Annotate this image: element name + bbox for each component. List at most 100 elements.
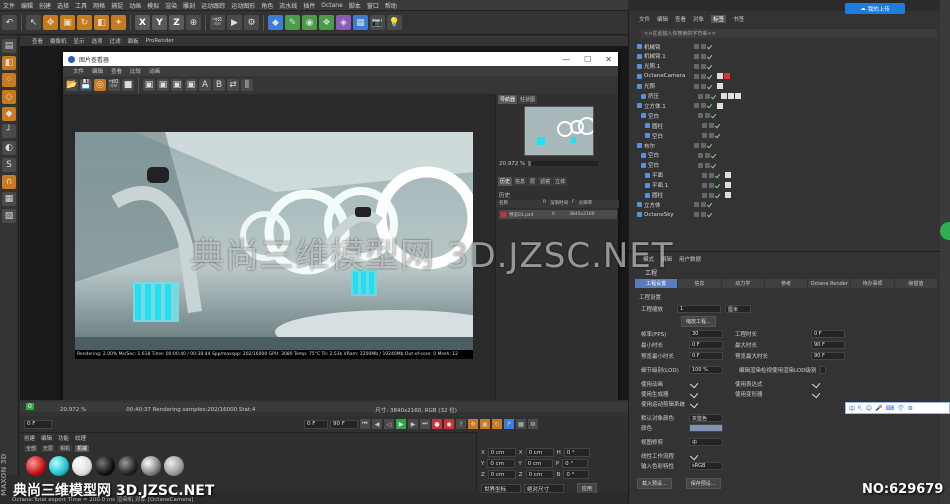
keyframe-icon[interactable]: ?	[456, 419, 466, 429]
channel-a-icon[interactable]: ▣	[185, 79, 197, 91]
material-tab-0[interactable]: 全部	[24, 445, 39, 452]
tweak-mode-icon[interactable]: ◐	[2, 141, 16, 155]
coord-size-x[interactable]: 0 cm	[525, 448, 554, 457]
visibility-editor-icon[interactable]	[702, 172, 707, 178]
scale-icon[interactable]: ▣	[60, 15, 75, 30]
visibility-render-icon[interactable]	[701, 202, 706, 208]
visibility-editor-icon[interactable]	[698, 152, 703, 158]
move-icon[interactable]: ✥	[43, 15, 58, 30]
object-row[interactable]: 圆柱	[637, 191, 937, 200]
pv-menu-item-3[interactable]: 比较	[130, 67, 141, 75]
om-menu-item-0[interactable]: 文件	[639, 15, 650, 23]
go-start-icon[interactable]: ⏮	[360, 419, 370, 429]
material-tag-icon[interactable]	[725, 172, 731, 179]
visibility-editor-icon[interactable]	[694, 83, 699, 89]
visibility-render-icon[interactable]	[705, 152, 710, 158]
preview-min-field[interactable]: 0 F	[689, 352, 723, 360]
model-mode-icon[interactable]: ▤	[2, 39, 16, 53]
am-tab-3[interactable]: 参考	[764, 279, 808, 288]
viewport-menu-item-6[interactable]: ProRender	[146, 38, 174, 44]
menu-item-12[interactable]: 运动图形	[231, 1, 255, 10]
material-tab-3[interactable]: 机械	[75, 445, 90, 452]
ime-item-0[interactable]: 中	[849, 404, 855, 413]
floor-icon[interactable]: ▦	[353, 15, 368, 30]
channel-b-icon[interactable]: ▣	[171, 79, 183, 91]
object-row[interactable]: 机械臂	[637, 42, 937, 51]
use-expression-check[interactable]	[811, 379, 821, 389]
material-tag-icon[interactable]	[717, 102, 723, 109]
viewport-menu-item-5[interactable]: 面板	[128, 37, 139, 45]
object-row[interactable]: OctaneCamera	[637, 72, 937, 81]
material-grey[interactable]	[164, 456, 184, 476]
next-key-icon[interactable]: ▶	[408, 419, 418, 429]
menu-item-15[interactable]: 插件	[303, 1, 315, 10]
end-frame-field[interactable]: 90 F	[330, 419, 358, 429]
camera-icon[interactable]: 📷	[370, 15, 385, 30]
visibility-editor-icon[interactable]	[694, 44, 699, 49]
menu-item-6[interactable]: 捕捉	[111, 1, 123, 10]
enabled-check-icon[interactable]	[706, 103, 713, 109]
ime-item-4[interactable]: ⌨	[886, 405, 895, 412]
param-key-icon[interactable]: P	[504, 419, 514, 429]
z-axis-toggle[interactable]: Z	[169, 15, 184, 30]
x-axis-toggle[interactable]: X	[135, 15, 150, 30]
coord-rot-p[interactable]: 0 °	[562, 459, 589, 468]
coord-rot-b[interactable]: 0 °	[563, 470, 590, 479]
object-row[interactable]: 光照	[637, 82, 937, 91]
min-time-field[interactable]: 0 F	[689, 341, 723, 349]
material-black[interactable]	[95, 456, 115, 476]
visibility-render-icon[interactable]	[709, 133, 714, 139]
menu-item-8[interactable]: 模拟	[147, 1, 159, 10]
object-row[interactable]: 立方体.1	[637, 101, 937, 110]
menu-item-4[interactable]: 工具	[75, 1, 87, 10]
menu-item-16[interactable]: Octane	[321, 2, 343, 9]
pv-menu-item-4[interactable]: 动画	[149, 67, 160, 75]
visibility-editor-icon[interactable]	[694, 202, 699, 208]
ime-item-3[interactable]: 🎤	[875, 405, 882, 412]
visibility-editor-icon[interactable]	[694, 73, 699, 79]
material-tag-icon[interactable]	[717, 83, 723, 90]
coord-rot-h[interactable]: 0 °	[563, 448, 590, 457]
record-icon[interactable]: ●	[432, 419, 442, 429]
tab-histogram[interactable]: 柱状图	[518, 95, 538, 104]
zoom-slider[interactable]	[528, 161, 599, 166]
visibility-render-icon[interactable]	[709, 123, 714, 129]
tab-stereo[interactable]: 立体	[553, 177, 568, 186]
material-tag-icon[interactable]	[721, 93, 727, 99]
undo-icon[interactable]: ↶	[2, 15, 17, 30]
menu-item-18[interactable]: 窗口	[367, 1, 379, 10]
cloner-icon[interactable]: ❖	[319, 15, 334, 30]
enabled-check-icon[interactable]	[706, 211, 713, 218]
picture-viewer-titlebar[interactable]: 图片查看器	[63, 52, 618, 66]
coord-system-icon[interactable]: ⊕	[186, 15, 201, 30]
om-menu-item-1[interactable]: 编辑	[657, 15, 668, 23]
ime-item-1[interactable]: º,	[858, 405, 863, 412]
menu-item-19[interactable]: 帮助	[385, 1, 397, 10]
enabled-check-icon[interactable]	[710, 112, 717, 119]
visibility-render-icon[interactable]	[709, 182, 714, 188]
render-view-icon[interactable]: 🎬	[210, 15, 225, 30]
enabled-check-icon[interactable]	[706, 142, 713, 149]
tab-history[interactable]: 历史	[498, 177, 513, 186]
stop-render-icon[interactable]: ■	[122, 79, 134, 91]
material-chrome[interactable]	[141, 456, 161, 476]
menu-item-5[interactable]: 网格	[93, 1, 105, 10]
project-time-field[interactable]: 0 F	[811, 330, 845, 338]
visibility-render-icon[interactable]	[709, 192, 714, 198]
enabled-check-icon[interactable]	[706, 43, 713, 50]
material-tag-icon[interactable]	[717, 73, 723, 80]
menu-item-3[interactable]: 选择	[57, 1, 69, 10]
visibility-render-icon[interactable]	[701, 44, 706, 49]
maximize-icon[interactable]: ☐	[584, 55, 591, 64]
zoom-value[interactable]: 20.972 %	[499, 161, 525, 167]
visibility-editor-icon[interactable]	[702, 133, 707, 139]
ime-item-6[interactable]: ⚙	[908, 405, 913, 412]
open-file-icon[interactable]: 📂	[66, 79, 78, 91]
locked-workplane-icon[interactable]: ▧	[2, 209, 16, 223]
material-teal[interactable]	[49, 456, 69, 476]
om-menu-item-5[interactable]: 书签	[733, 15, 744, 23]
material-dark[interactable]	[118, 456, 138, 476]
object-row[interactable]: 挤压	[637, 92, 937, 101]
render-settings-icon[interactable]: ⚙	[244, 15, 259, 30]
select-arrow-icon[interactable]: ↖	[26, 15, 41, 30]
